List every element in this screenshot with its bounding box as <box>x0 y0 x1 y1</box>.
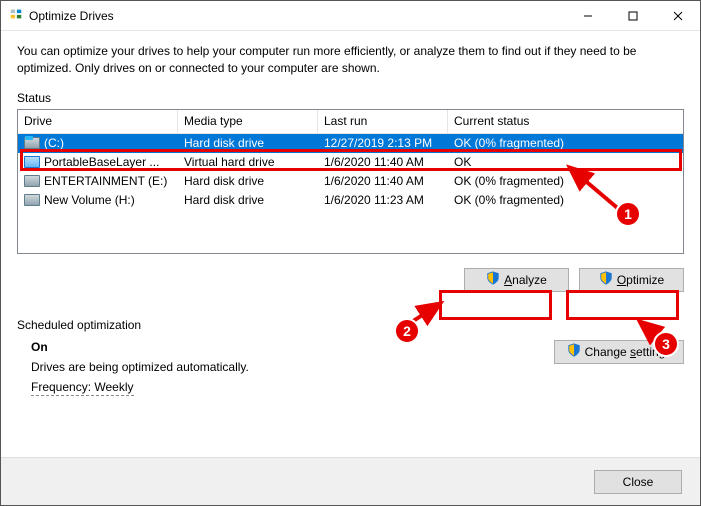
shield-icon <box>486 271 500 288</box>
drive-media: Hard disk drive <box>178 174 318 188</box>
drive-icon <box>24 156 40 168</box>
drive-status: OK (0% fragmented) <box>448 174 683 188</box>
description-text: You can optimize your drives to help you… <box>17 43 684 77</box>
change-settings-button[interactable]: Change settings <box>554 340 684 364</box>
shield-icon <box>567 343 581 360</box>
scheduled-state: On <box>31 340 554 354</box>
scheduled-info: On Drives are being optimized automatica… <box>17 340 554 394</box>
drive-lastrun: 1/6/2020 11:40 AM <box>318 155 448 169</box>
close-button-bottom[interactable]: Close <box>594 470 682 494</box>
table-header: Drive Media type Last run Current status <box>18 110 683 134</box>
analyze-button[interactable]: Analyze <box>464 268 569 292</box>
close-button[interactable] <box>655 1 700 31</box>
drive-name: PortableBaseLayer ... <box>44 155 159 169</box>
minimize-button[interactable] <box>565 1 610 31</box>
drive-name: (C:) <box>44 136 64 150</box>
drive-icon <box>24 175 40 187</box>
drive-media: Virtual hard drive <box>178 155 318 169</box>
optimize-button[interactable]: Optimize <box>579 268 684 292</box>
drive-media: Hard disk drive <box>178 193 318 207</box>
table-row[interactable]: ENTERTAINMENT (E:) Hard disk drive1/6/202… <box>18 172 683 191</box>
drives-table: Drive Media type Last run Current status… <box>17 109 684 254</box>
scheduled-frequency: Frequency: Weekly <box>31 380 134 396</box>
drive-lastrun: 1/6/2020 11:23 AM <box>318 193 448 207</box>
drive-lastrun: 1/6/2020 11:40 AM <box>318 174 448 188</box>
table-row[interactable]: PortableBaseLayer ... Virtual hard drive1… <box>18 153 683 172</box>
shield-icon <box>599 271 613 288</box>
scheduled-message: Drives are being optimized automatically… <box>31 360 554 374</box>
drive-status: OK (0% fragmented) <box>448 193 683 207</box>
table-row[interactable]: New Volume (H:) Hard disk drive1/6/2020 1… <box>18 191 683 210</box>
drive-media: Hard disk drive <box>178 136 318 150</box>
scheduled-label: Scheduled optimization <box>17 318 684 332</box>
app-icon <box>9 7 23 24</box>
col-lastrun[interactable]: Last run <box>318 110 448 133</box>
window-title: Optimize Drives <box>29 9 114 23</box>
title-bar: Optimize Drives <box>1 1 700 31</box>
status-section-label: Status <box>17 91 684 105</box>
col-media[interactable]: Media type <box>178 110 318 133</box>
maximize-button[interactable] <box>610 1 655 31</box>
drive-name: ENTERTAINMENT (E:) <box>44 174 167 188</box>
drive-status: OK <box>448 155 683 169</box>
drive-lastrun: 12/27/2019 2:13 PM <box>318 136 448 150</box>
drive-icon <box>24 194 40 206</box>
col-status[interactable]: Current status <box>448 110 683 133</box>
table-row[interactable]: (C:) Hard disk drive12/27/2019 2:13 PMOK … <box>18 134 683 153</box>
drive-status: OK (0% fragmented) <box>448 136 683 150</box>
bottom-bar: Close <box>1 457 700 505</box>
drive-icon <box>24 137 40 149</box>
col-drive[interactable]: Drive <box>18 110 178 133</box>
drive-name: New Volume (H:) <box>44 193 135 207</box>
